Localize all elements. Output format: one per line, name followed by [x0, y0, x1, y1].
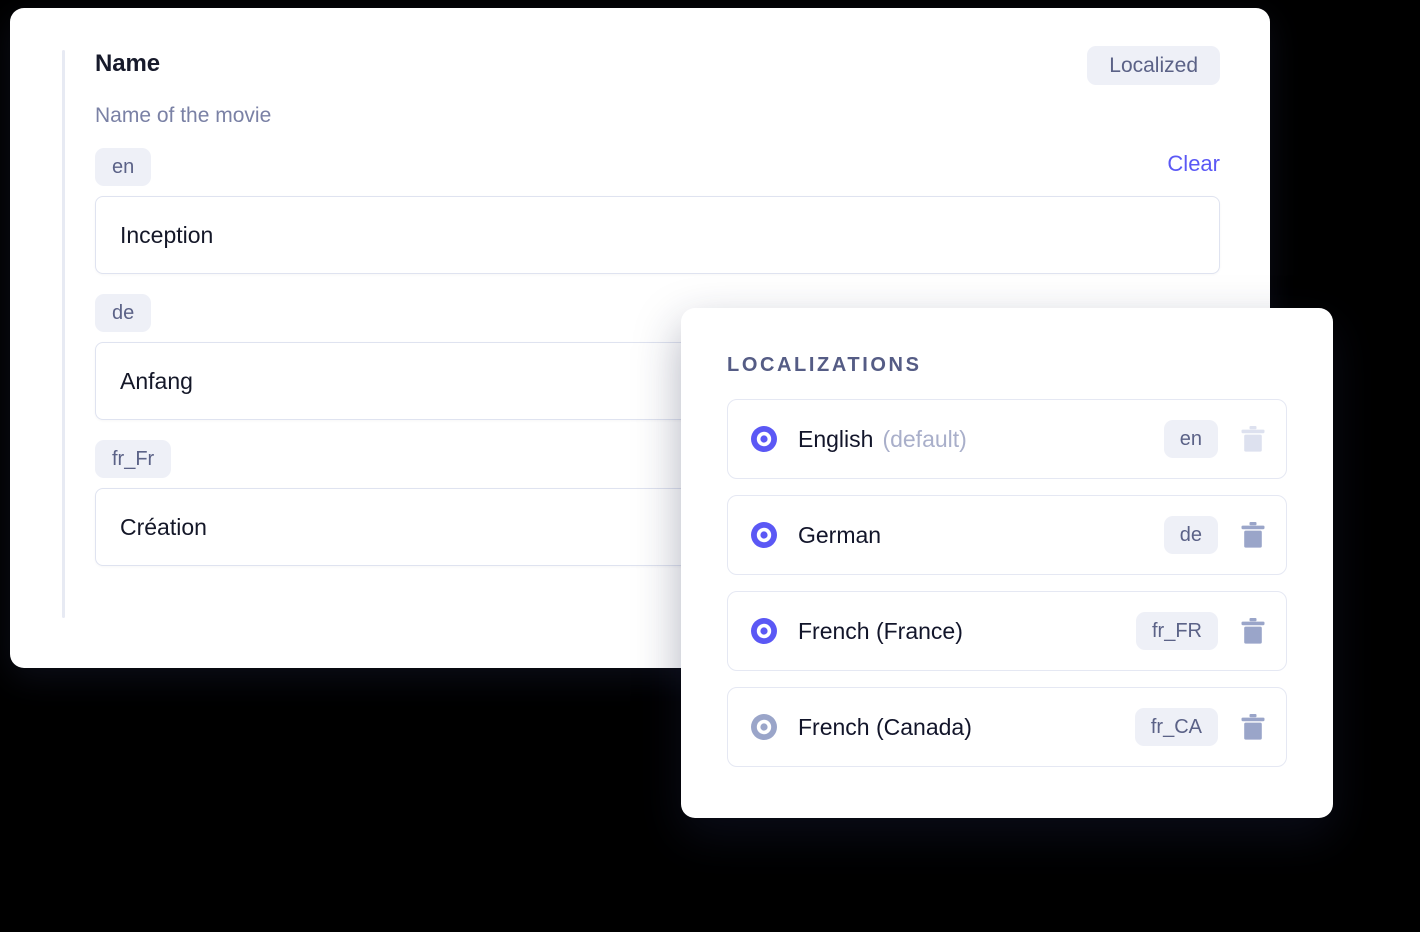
trash-icon[interactable] — [1240, 521, 1266, 549]
localization-row[interactable]: English (default) en — [727, 399, 1287, 479]
name-input-fr-value: Création — [120, 513, 207, 540]
localization-name: German — [798, 521, 882, 548]
radio-selected-icon[interactable] — [750, 521, 778, 549]
locale-tag-de: de — [95, 294, 152, 332]
clear-button[interactable]: Clear — [1167, 151, 1220, 177]
localization-row[interactable]: French (France) fr_FR — [727, 591, 1287, 671]
radio-selected-icon[interactable] — [750, 617, 778, 645]
localizations-panel: LOCALIZATIONS English (default) en German de… — [681, 308, 1333, 818]
radio-selected-icon[interactable] — [750, 713, 778, 741]
localization-default-label: (default) — [882, 425, 967, 452]
radio-selected-icon[interactable] — [750, 425, 778, 453]
localization-name: English — [798, 425, 874, 452]
field-accent-bar — [62, 50, 65, 618]
localization-name: French (Canada) — [798, 713, 972, 740]
locale-row-en: en Clear — [95, 148, 1220, 190]
screenshot-stage: Name Localized Name of the movie en Clea… — [0, 0, 1420, 932]
name-input-en-value: Inception — [120, 221, 214, 248]
localized-badge: Localized — [1087, 46, 1220, 85]
name-input-en[interactable]: Inception — [95, 196, 1220, 274]
page-title: Name — [95, 50, 160, 77]
field-header: Name Localized — [95, 46, 1220, 90]
localization-code-badge: fr_CA — [1134, 708, 1218, 746]
locale-tag-en: en — [95, 148, 152, 186]
trash-icon[interactable] — [1240, 617, 1266, 645]
localization-row[interactable]: French (Canada) fr_CA — [727, 687, 1287, 767]
field-description: Name of the movie — [95, 104, 272, 127]
name-input-de-value: Anfang — [120, 367, 193, 394]
trash-icon — [1241, 426, 1265, 452]
localizations-title: LOCALIZATIONS — [727, 354, 922, 376]
localization-name: French (France) — [798, 617, 963, 644]
locale-tag-fr: fr_Fr — [95, 440, 172, 478]
localization-code-badge: de — [1163, 516, 1218, 554]
trash-icon[interactable] — [1240, 713, 1266, 741]
localizations-list: English (default) en German de French (France… — [727, 399, 1287, 767]
localization-row[interactable]: German de — [727, 495, 1287, 575]
localization-code-badge: en — [1163, 420, 1218, 458]
localization-code-badge: fr_FR — [1136, 612, 1218, 650]
